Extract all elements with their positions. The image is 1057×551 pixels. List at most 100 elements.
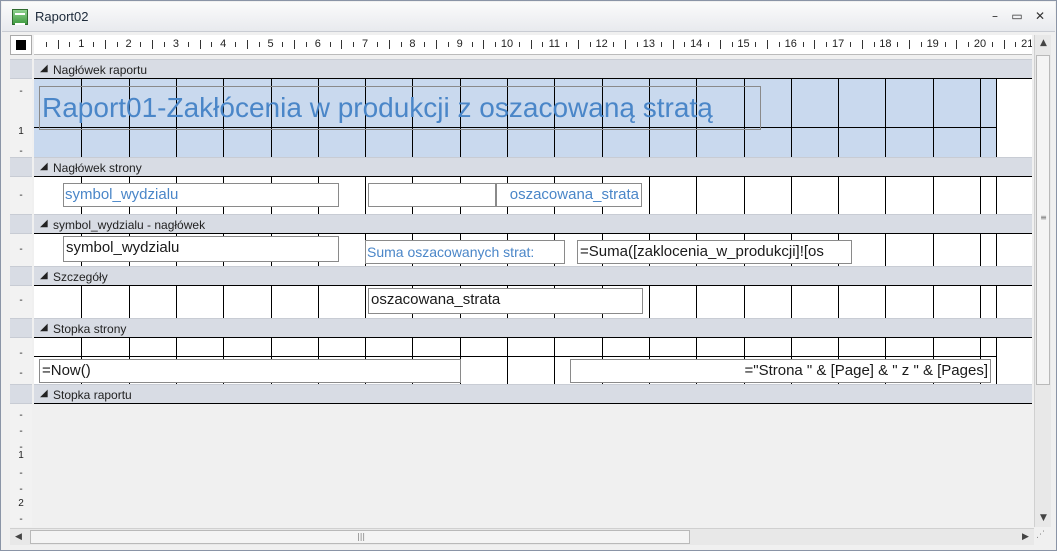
section-arrow-icon: ◢ (40, 388, 48, 399)
section-bar-page-header[interactable]: ◢ Nagłówek strony (34, 157, 1032, 177)
vruler-mark: - (19, 514, 23, 525)
ruler-tick (246, 40, 248, 49)
ruler-tick (755, 42, 757, 47)
ruler-tick (660, 42, 662, 47)
grid-line (554, 338, 555, 384)
ruler-tick (57, 40, 59, 49)
vertical-scrollbar[interactable]: ▲ ≡ ▼ (1034, 35, 1051, 527)
scroll-up-icon[interactable]: ▲ (1035, 35, 1052, 52)
ruler-number: 6 (314, 38, 321, 50)
report-icon (12, 9, 28, 25)
group-header-section[interactable]: symbol_wydzialu Suma oszacowanych strat:… (34, 234, 1032, 266)
section-arrow-icon: ◢ (40, 63, 48, 74)
report-width-edge[interactable] (996, 338, 997, 384)
report-selector[interactable] (10, 35, 32, 55)
vertical-ruler[interactable]: - 1 - - - - - - - - - 1 - - 2 - (10, 59, 32, 527)
page-header-symbol-label[interactable]: symbol_wydzialu (63, 183, 339, 207)
ruler-tick (93, 42, 95, 47)
close-button[interactable]: ✕ (1031, 8, 1049, 24)
detail-strata-textbox[interactable]: oszacowana_strata (368, 288, 643, 314)
ruler-tick (767, 40, 769, 49)
report-design-canvas[interactable]: ◢ Nagłówek raportu Raport01-Zakłócenia w… (34, 59, 1032, 527)
ruler-tick (861, 40, 863, 49)
ruler-tick (187, 42, 189, 47)
ruler-tick (235, 42, 237, 47)
ruler-number: 3 (172, 38, 179, 50)
detail-section[interactable]: oszacowana_strata (34, 286, 1032, 318)
report-width-edge[interactable] (996, 79, 997, 157)
ruler-number: 16 (784, 38, 797, 50)
grid-line (223, 286, 224, 318)
grid-line (176, 286, 177, 318)
vruler-mark: - (19, 348, 23, 359)
ruler-tick (424, 42, 426, 47)
ruler-tick (447, 42, 449, 47)
vertical-scroll-thumb[interactable]: ≡ (1036, 55, 1050, 385)
ruler-tick (152, 40, 154, 49)
page-header-strata-label[interactable]: oszacowana_strata (496, 183, 642, 207)
ruler-tick (294, 40, 296, 49)
sum-expression-textbox[interactable]: =Suma([zaklocenia_w_produkcji]![os (577, 240, 852, 264)
section-bar-report-footer[interactable]: ◢ Stopka raportu (34, 384, 1032, 404)
report-width-edge[interactable] (996, 286, 997, 318)
vruler-band-report-header (10, 59, 32, 79)
grid-line (649, 177, 650, 214)
ruler-number: 12 (595, 38, 608, 50)
ruler-tick (672, 40, 674, 49)
ruler-number: 19 (926, 38, 939, 50)
ruler-tick (140, 42, 142, 47)
group-symbol-textbox[interactable]: symbol_wydzialu (63, 236, 339, 262)
grid-line (933, 234, 934, 266)
scroll-right-icon[interactable]: ▶ (1017, 529, 1034, 546)
page-footer-now-textbox[interactable]: =Now() (39, 359, 461, 383)
minimize-button[interactable]: – (986, 8, 1004, 24)
horizontal-scrollbar[interactable]: ◀ ||| ▶ (10, 528, 1034, 545)
ruler-tick (305, 42, 307, 47)
vruler-band-page-footer (10, 318, 32, 338)
report-header-section[interactable]: Raport01-Zakłócenia w produkcji z oszaco… (34, 79, 1032, 157)
section-bar-detail[interactable]: ◢ Szczegóły (34, 266, 1032, 286)
ruler-tick (1003, 40, 1005, 49)
vruler-mark: - (19, 368, 23, 379)
ruler-number: 21 (1021, 38, 1032, 50)
scroll-left-icon[interactable]: ◀ (10, 529, 27, 546)
ruler-tick (164, 42, 166, 47)
report-title-label[interactable]: Raport01-Zakłócenia w produkcji z oszaco… (39, 86, 761, 130)
section-bar-group-header[interactable]: ◢ symbol_wydzialu - nagłówek (34, 214, 1032, 234)
grid-line (791, 79, 792, 157)
grid-line (885, 177, 886, 214)
ruler-tick (731, 42, 733, 47)
page-header-empty-box[interactable] (368, 183, 496, 207)
report-design-window: Raport02 – ▭ ✕ 1 2 3 4 5 6 7 8 9 10 11 12 13 14 15 16 17… (0, 0, 1057, 551)
title-bar[interactable]: Raport02 – ▭ ✕ (2, 2, 1055, 32)
page-footer-section[interactable]: =Now() ="Strona " & [Page] & " z " & [Pa… (34, 338, 1032, 384)
horizontal-ruler[interactable]: 123456789101112131415161718192021 (34, 35, 1032, 55)
page-footer-pages-textbox[interactable]: ="Strona " & [Page] & " z " & [Pages] (570, 359, 991, 383)
page-header-section[interactable]: symbol_wydzialu oszacowana_strata (34, 177, 1032, 214)
section-bar-report-header[interactable]: ◢ Nagłówek raportu (34, 59, 1032, 79)
ruler-tick (400, 42, 402, 47)
vruler-mark: 1 (18, 126, 24, 137)
ruler-tick (613, 42, 615, 47)
ruler-tick (483, 40, 485, 49)
section-arrow-icon: ◢ (40, 322, 48, 333)
sum-label[interactable]: Suma oszacowanych strat: (365, 240, 565, 264)
ruler-tick (778, 42, 780, 47)
report-width-edge[interactable] (996, 177, 997, 214)
ruler-tick (518, 42, 520, 47)
resize-grip-icon[interactable]: ⋰ (1036, 530, 1050, 544)
restore-button[interactable]: ▭ (1008, 8, 1026, 24)
grid-line (885, 79, 886, 157)
ruler-tick (897, 42, 899, 47)
report-width-edge[interactable] (996, 234, 997, 266)
grid-line (933, 286, 934, 318)
ruler-number: 17 (831, 38, 845, 50)
ruler-tick (909, 40, 911, 49)
grid-line (744, 177, 745, 214)
horizontal-scroll-thumb[interactable]: ||| (30, 530, 690, 544)
vruler-mark: - (19, 244, 23, 255)
ruler-tick (920, 42, 922, 47)
scroll-down-icon[interactable]: ▼ (1035, 510, 1052, 527)
ruler-tick (104, 40, 106, 49)
section-bar-page-footer[interactable]: ◢ Stopka strony (34, 318, 1032, 338)
